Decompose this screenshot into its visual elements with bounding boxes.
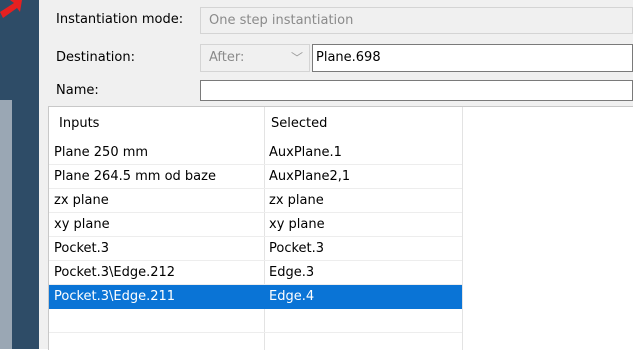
table-row-empty[interactable]: [49, 309, 633, 333]
destination-position-select[interactable]: After: ﹀: [200, 44, 310, 72]
input-cell: xy plane: [54, 217, 110, 232]
table-row[interactable]: Plane 264.5 mm od baze AuxPlane2,1: [49, 165, 633, 189]
instantiation-mode-label: Instantiation mode:: [56, 12, 184, 27]
name-label: Name:: [56, 83, 99, 98]
red-arrow-icon: [0, 0, 22, 18]
input-cell: Plane 250 mm: [54, 145, 149, 160]
table-row[interactable]: zx plane zx plane: [49, 189, 633, 213]
input-cell: Pocket.3: [54, 241, 110, 256]
table-row[interactable]: Pocket.3 Pocket.3: [49, 237, 633, 261]
name-input[interactable]: [200, 80, 633, 101]
chevron-down-icon: ﹀: [290, 51, 303, 65]
column-header-inputs[interactable]: Inputs: [59, 116, 99, 131]
input-cell: Plane 264.5 mm od baze: [54, 169, 216, 184]
window-frame: [0, 0, 39, 349]
selected-cell: Pocket.3: [269, 241, 325, 256]
input-cell: Pocket.3\Edge.211: [54, 289, 176, 304]
input-cell: zx plane: [54, 193, 109, 208]
row-divider: [49, 332, 462, 333]
table-row-selected[interactable]: Pocket.3\Edge.211 Edge.4: [49, 285, 633, 309]
selected-cell: Edge.3: [269, 265, 315, 280]
table-row[interactable]: Plane 250 mm AuxPlane.1: [49, 141, 633, 165]
destination-input[interactable]: Plane.698: [312, 44, 633, 72]
column-header-selected[interactable]: Selected: [271, 116, 327, 131]
table-header: Inputs Selected: [49, 107, 633, 140]
table-row[interactable]: xy plane xy plane: [49, 213, 633, 237]
selected-cell: zx plane: [269, 193, 324, 208]
input-cell: Pocket.3\Edge.212: [54, 265, 176, 280]
instantiation-mode-select[interactable]: One step instantiation: [200, 7, 633, 34]
destination-position-value: After:: [209, 50, 245, 65]
frame-shadow: [0, 100, 12, 349]
selected-cell: Edge.4: [269, 289, 315, 304]
selected-cell: AuxPlane.1: [269, 145, 342, 160]
inputs-table: Inputs Selected Plane 250 mm AuxPlane.1 …: [48, 106, 633, 350]
selected-cell: AuxPlane2,1: [269, 169, 351, 184]
selected-cell: xy plane: [269, 217, 325, 232]
table-row[interactable]: Pocket.3\Edge.212 Edge.3: [49, 261, 633, 285]
destination-label: Destination:: [56, 50, 135, 65]
